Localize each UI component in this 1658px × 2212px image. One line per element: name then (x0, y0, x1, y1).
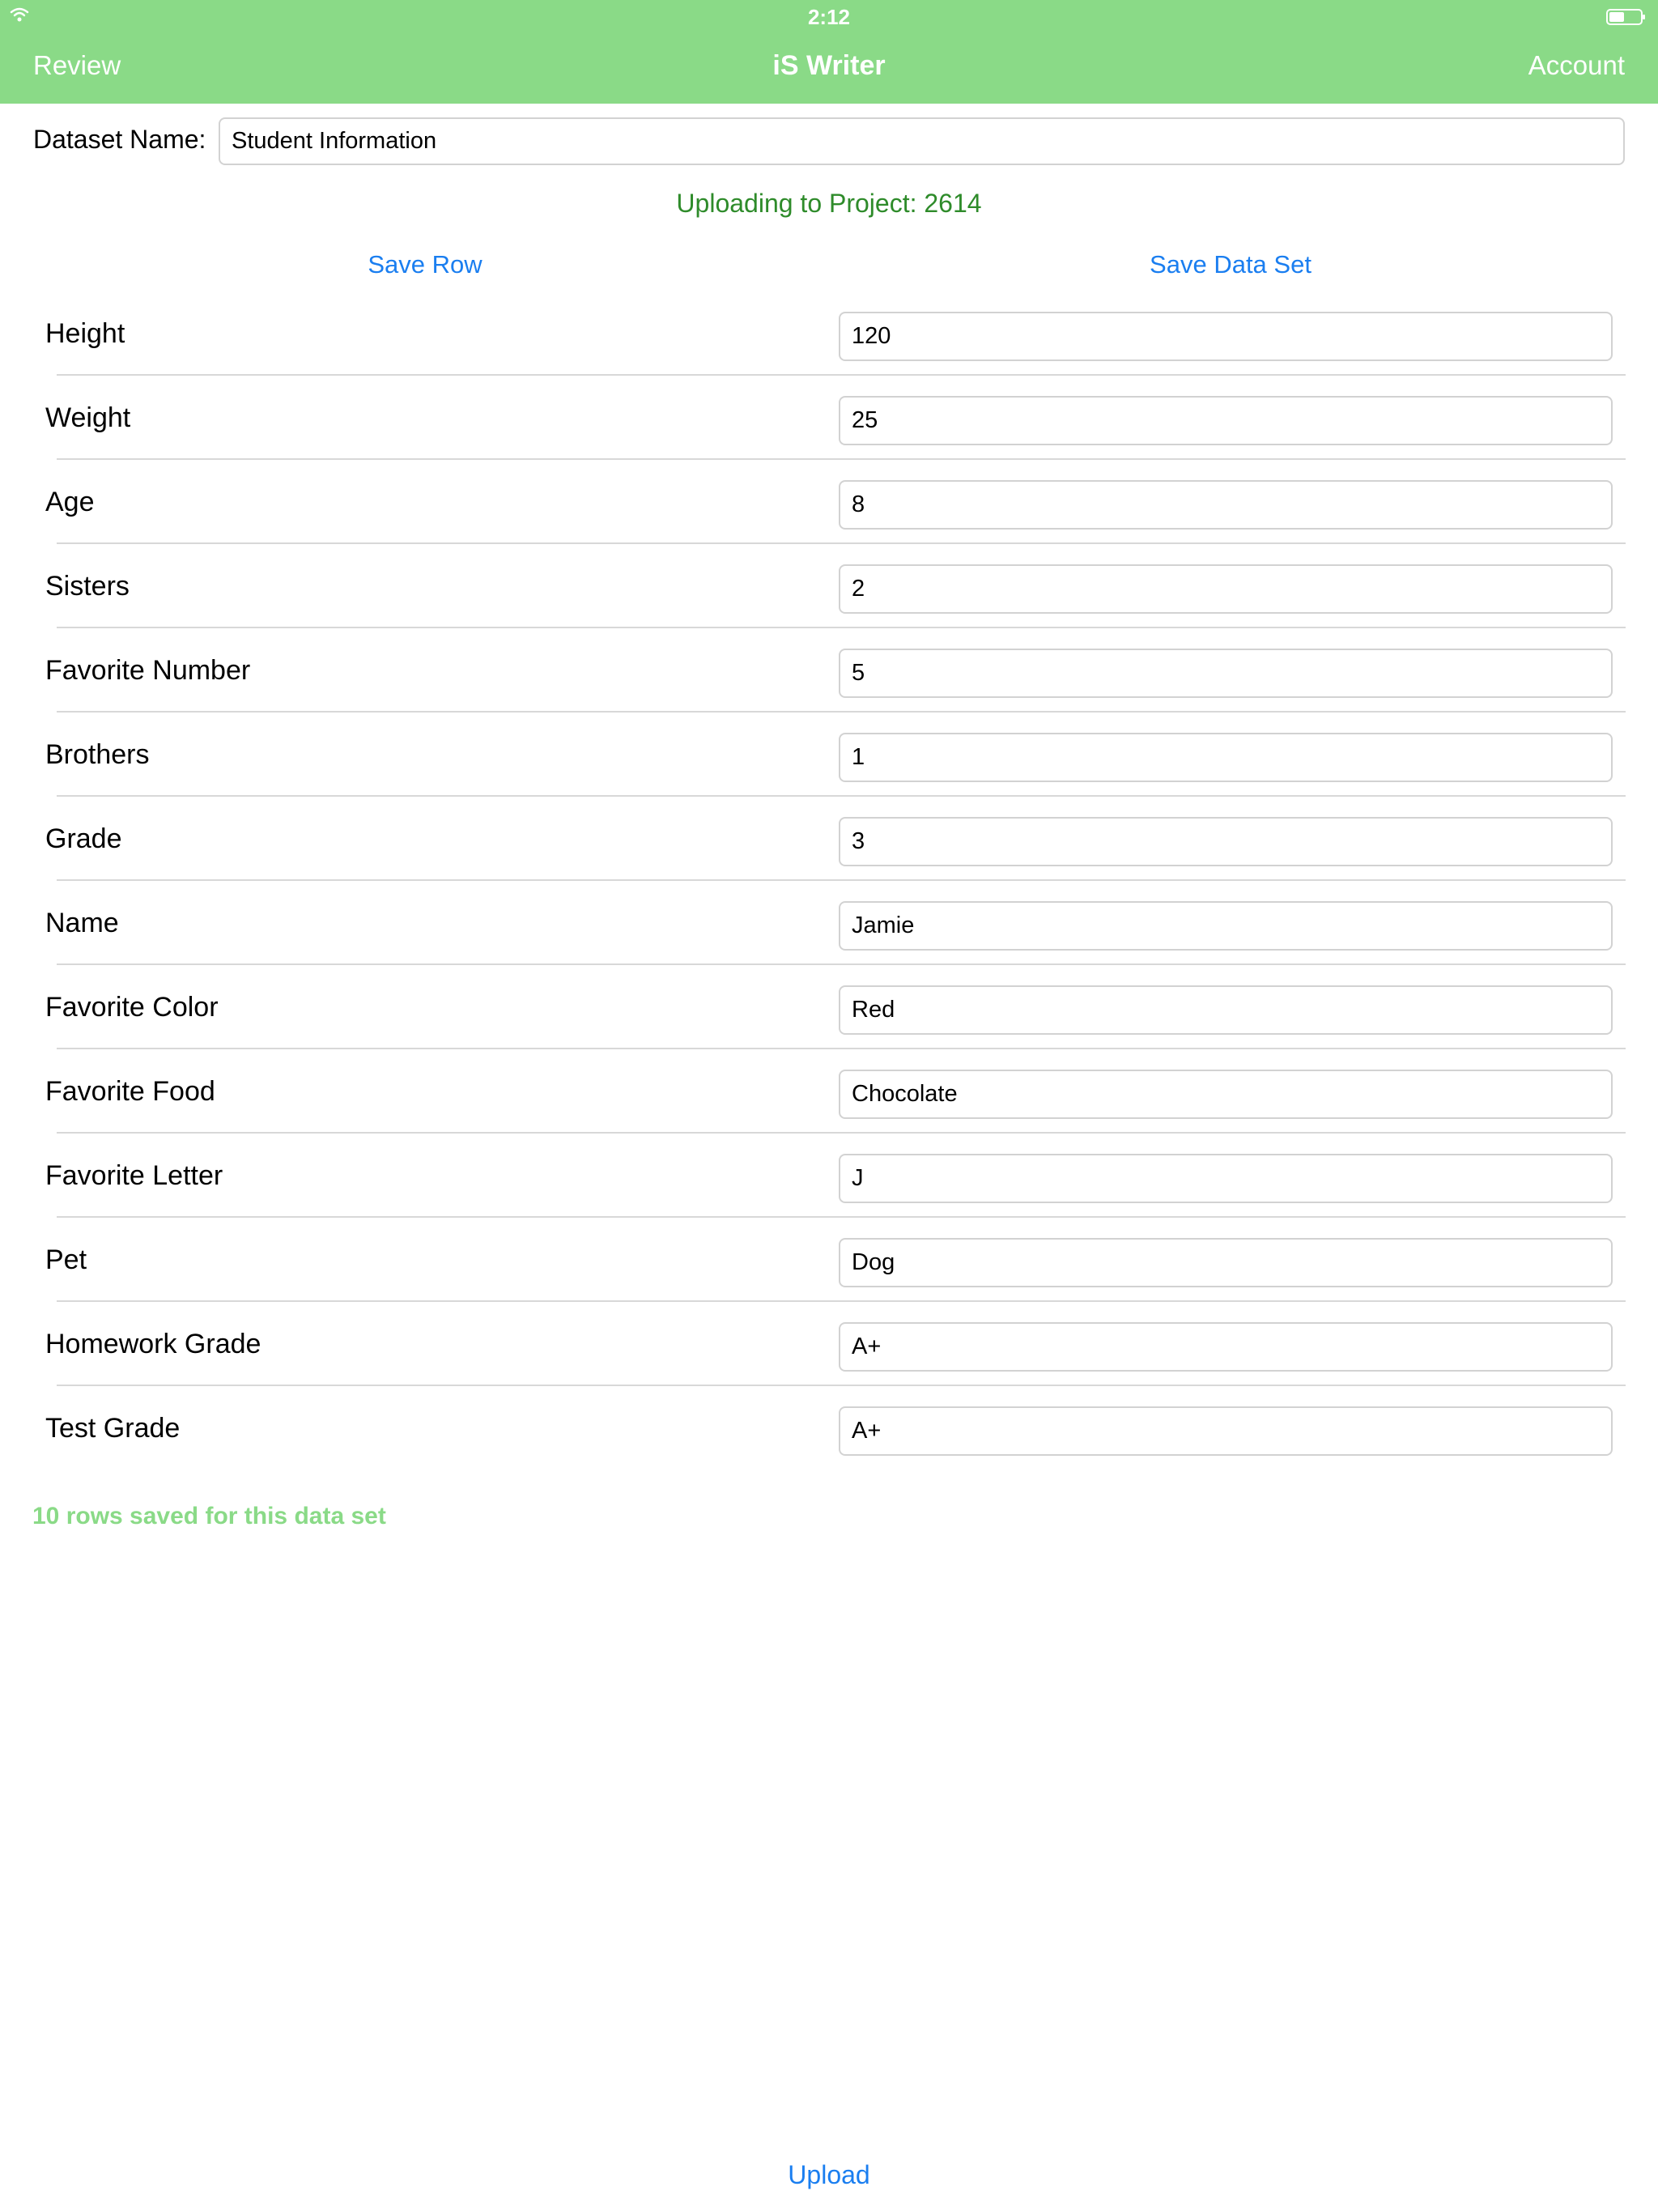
field-input[interactable] (839, 1406, 1613, 1456)
status-time: 2:12 (807, 5, 851, 29)
navigation-bar: 2:12 Review iS Writer Account (0, 0, 1658, 104)
field-label: Test Grade (45, 1413, 181, 1444)
field-row: Weight (0, 376, 1658, 460)
field-label: Favorite Color (45, 992, 219, 1023)
field-input[interactable] (839, 396, 1613, 445)
field-label: Sisters (45, 571, 130, 602)
field-label: Homework Grade (45, 1329, 261, 1359)
field-input[interactable] (839, 733, 1613, 782)
field-label: Grade (45, 823, 122, 854)
dataset-name-label: Dataset Name: (33, 125, 206, 154)
field-row: Age (0, 460, 1658, 544)
field-input[interactable] (839, 480, 1613, 530)
field-row: Favorite Color (0, 965, 1658, 1049)
rows-saved-status: 10 rows saved for this data set (32, 1503, 386, 1529)
field-input[interactable] (839, 901, 1613, 951)
save-data-set-button[interactable]: Save Data Set (1109, 250, 1352, 279)
save-row-button[interactable]: Save Row (324, 250, 526, 279)
field-label: Height (45, 318, 125, 349)
field-input[interactable] (839, 1154, 1613, 1203)
field-input[interactable] (839, 985, 1613, 1035)
field-label: Age (45, 487, 95, 517)
field-input[interactable] (839, 564, 1613, 614)
field-label: Pet (45, 1244, 87, 1275)
field-row: Height (0, 291, 1658, 376)
field-row: Favorite Number (0, 628, 1658, 713)
app-screen: 2:12 Review iS Writer Account Dataset Na… (0, 0, 1658, 2212)
dataset-name-input[interactable] (219, 117, 1625, 165)
field-label: Name (45, 908, 119, 938)
field-label: Brothers (45, 739, 150, 770)
field-row: Favorite Food (0, 1049, 1658, 1134)
account-button[interactable]: Account (1528, 50, 1625, 81)
battery-icon (1606, 9, 1645, 25)
field-row: Homework Grade (0, 1302, 1658, 1386)
field-row: Sisters (0, 544, 1658, 628)
status-bar: 2:12 (0, 0, 1658, 32)
field-row: Grade (0, 797, 1658, 881)
field-input[interactable] (839, 1322, 1613, 1372)
field-input[interactable] (839, 817, 1613, 866)
field-row: Favorite Letter (0, 1134, 1658, 1218)
project-status: Uploading to Project: 2614 (676, 189, 982, 218)
field-row: Test Grade (0, 1386, 1658, 1470)
field-input[interactable] (839, 649, 1613, 698)
upload-button[interactable]: Upload (0, 2160, 1658, 2190)
field-row: Name (0, 881, 1658, 965)
app-title: iS Writer (772, 50, 886, 81)
field-row: Brothers (0, 713, 1658, 797)
field-input[interactable] (839, 1238, 1613, 1287)
field-input[interactable] (839, 1070, 1613, 1119)
field-label: Favorite Number (45, 655, 251, 686)
field-label: Weight (45, 402, 131, 433)
field-label: Favorite Food (45, 1076, 215, 1107)
field-list: Height Weight Age Sisters Favorite Numbe… (0, 291, 1658, 1470)
field-label: Favorite Letter (45, 1160, 223, 1191)
field-input[interactable] (839, 312, 1613, 361)
field-row: Pet (0, 1218, 1658, 1302)
